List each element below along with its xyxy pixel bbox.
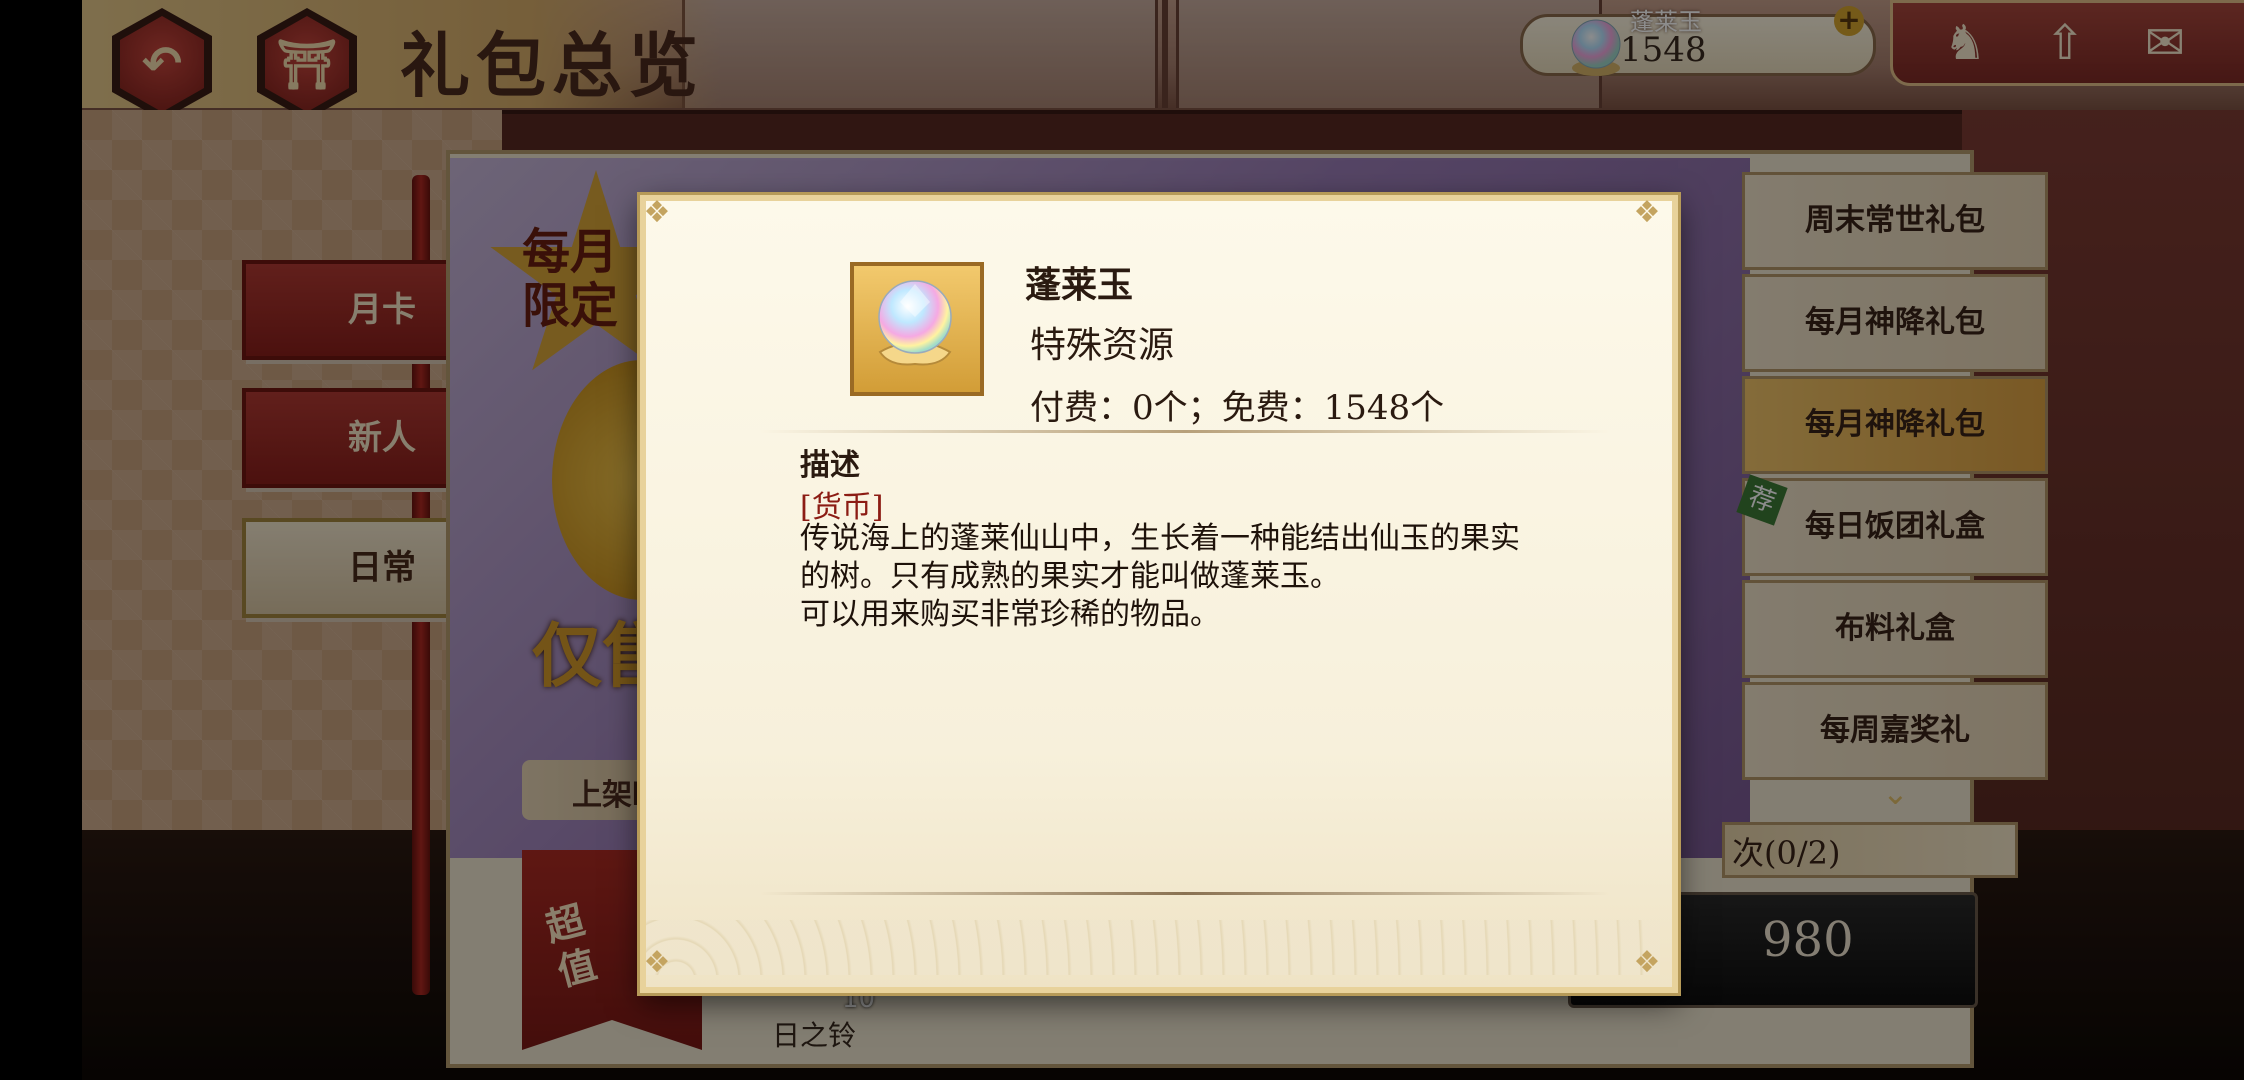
corner-ornament-icon: ❖ <box>643 195 671 230</box>
description-body: 传说海上的蓬莱仙山中，生长着一种能结出仙玉的果实 的树。只有成熟的果实才能叫做蓬… <box>800 520 1580 634</box>
item-name: 蓬莱玉 <box>1025 264 1134 306</box>
description-line: 传说海上的蓬莱仙山中，生长着一种能结出仙玉的果实 <box>800 521 1520 556</box>
divider <box>760 430 1610 433</box>
description-line: 可以用来购买非常珍稀的物品。 <box>800 597 1220 632</box>
wave-pattern <box>646 920 1660 975</box>
corner-ornament-icon: ❖ <box>643 945 671 980</box>
item-count: 付费：0个；免费：1548个 <box>1030 388 1445 428</box>
description-line: 的树。只有成熟的果实才能叫做蓬莱玉。 <box>800 559 1340 594</box>
corner-ornament-icon: ❖ <box>1633 945 1661 980</box>
corner-ornament-icon: ❖ <box>1633 195 1661 230</box>
jade-gem-icon <box>878 280 952 366</box>
description-heading: 描述 <box>800 448 860 483</box>
item-type: 特殊资源 <box>1030 325 1175 366</box>
divider <box>760 892 1610 895</box>
